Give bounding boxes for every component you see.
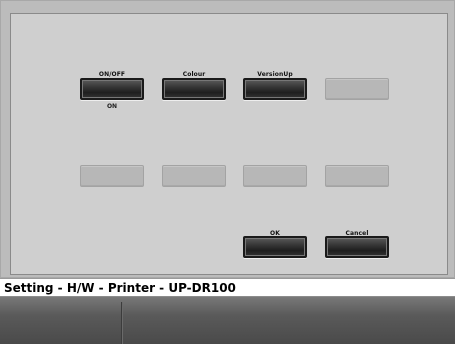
on-off-label: ON/OFF xyxy=(98,71,126,78)
ok-button[interactable] xyxy=(243,236,307,258)
toolbar-highlight xyxy=(0,296,455,297)
on-off-state: ON xyxy=(106,103,118,110)
bottom-toolbar xyxy=(0,296,455,344)
empty-slot-button-4 xyxy=(243,165,307,187)
status-bar: Setting - H/W - Printer - UP-DR100 xyxy=(0,278,455,296)
settings-window: ON/OFF ON Colour VersionUp OK Cancel xyxy=(0,0,455,278)
breadcrumb: Setting - H/W - Printer - UP-DR100 xyxy=(4,281,236,295)
colour-button[interactable] xyxy=(162,78,226,100)
cancel-button[interactable] xyxy=(325,236,389,258)
version-up-label: VersionUp xyxy=(257,71,293,78)
empty-slot-button-3 xyxy=(162,165,226,187)
on-off-button[interactable] xyxy=(80,78,144,100)
version-up-button[interactable] xyxy=(243,78,307,100)
empty-slot-button-2 xyxy=(80,165,144,187)
toolbar-divider xyxy=(121,302,122,344)
printer-settings-panel: ON/OFF ON Colour VersionUp OK Cancel xyxy=(10,13,448,275)
empty-slot-button-5 xyxy=(325,165,389,187)
colour-label: Colour xyxy=(182,71,206,78)
empty-slot-button-1 xyxy=(325,78,389,100)
